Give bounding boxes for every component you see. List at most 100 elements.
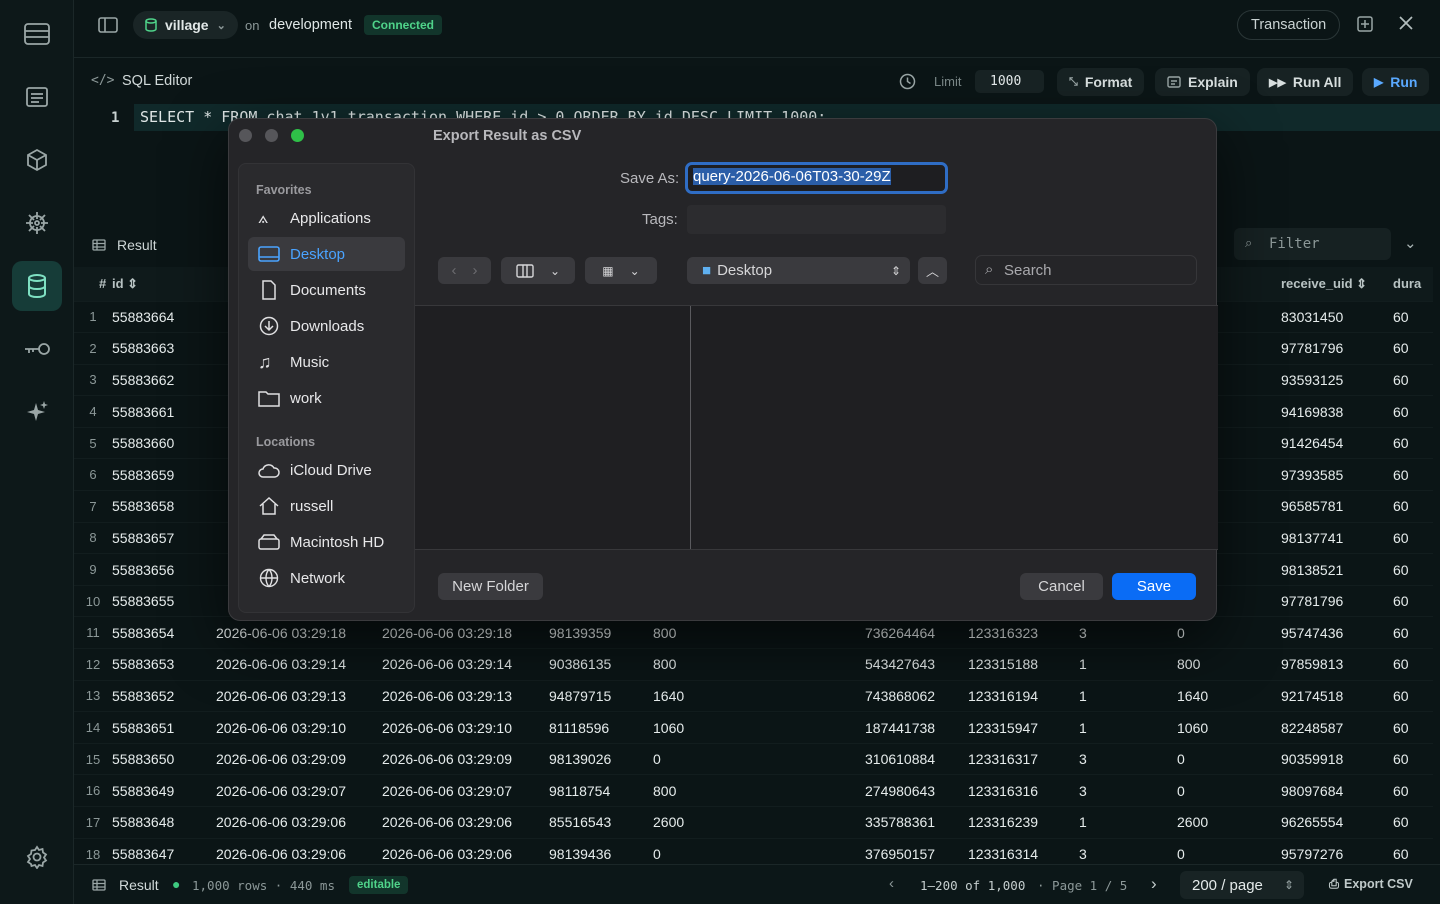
sidebar-item-desktop[interactable]: Desktop: [248, 237, 405, 271]
table-cell[interactable]: 11: [74, 616, 112, 649]
table-cell[interactable]: 123316316: [968, 774, 1079, 807]
table-cell[interactable]: 123316239: [968, 806, 1079, 839]
sparkle-icon[interactable]: [12, 387, 62, 437]
table-cell[interactable]: 55883654: [112, 616, 216, 649]
search-field[interactable]: ⌕ Search: [975, 255, 1197, 285]
save-button[interactable]: Save: [1112, 573, 1196, 600]
table-cell[interactable]: 60: [1393, 426, 1433, 459]
transaction-button[interactable]: Transaction: [1237, 10, 1341, 40]
table-cell[interactable]: 55883661: [112, 395, 216, 428]
table-cell[interactable]: 187441738: [865, 711, 968, 744]
table-cell[interactable]: 2026-06-06 03:29:09: [216, 742, 382, 775]
table-cell[interactable]: 2600: [1177, 806, 1281, 839]
table-cell[interactable]: 60: [1393, 521, 1433, 554]
table-cell[interactable]: 2026-06-06 03:29:07: [382, 774, 549, 807]
table-cell[interactable]: 55883649: [112, 774, 216, 807]
table-cell[interactable]: 94879715: [549, 679, 653, 712]
table-cell[interactable]: 123316323: [968, 616, 1079, 649]
table-cell[interactable]: 12: [74, 648, 112, 681]
table-cell[interactable]: 335788361: [865, 806, 968, 839]
table-cell[interactable]: 97859813: [1281, 648, 1393, 681]
table-cell[interactable]: 60: [1393, 774, 1433, 807]
settings-icon[interactable]: [12, 832, 62, 882]
table-cell[interactable]: 17: [74, 806, 112, 839]
table-cell[interactable]: 55883658: [112, 490, 216, 523]
minimize-traffic-light[interactable]: [265, 129, 278, 142]
table-cell[interactable]: 60: [1393, 490, 1433, 523]
new-folder-button[interactable]: New Folder: [438, 573, 543, 600]
table-cell[interactable]: 543427643: [865, 648, 968, 681]
table-cell[interactable]: 93593125: [1281, 363, 1393, 396]
table-cell[interactable]: 92174518: [1281, 679, 1393, 712]
table-cell[interactable]: 60: [1393, 363, 1433, 396]
grid-view-button[interactable]: ▦ ⌄: [585, 257, 657, 284]
filter-input[interactable]: ⌕ Filter: [1234, 228, 1391, 260]
table-cell[interactable]: 14: [74, 711, 112, 744]
sidebar-item-work[interactable]: work: [248, 381, 405, 415]
table-cell[interactable]: 1640: [653, 679, 865, 712]
view-mode-columns-button[interactable]: ⌄: [501, 257, 575, 284]
table-cell[interactable]: 5: [74, 426, 112, 459]
table-cell[interactable]: 16: [74, 774, 112, 807]
explain-button[interactable]: Explain: [1155, 68, 1250, 96]
table-cell[interactable]: 55883660: [112, 426, 216, 459]
tags-field[interactable]: [687, 205, 946, 234]
database-selector[interactable]: village ⌄: [133, 11, 238, 39]
table-row[interactable]: 12 55883653 2026-06-06 03:29:14 2026-06-06 …: [74, 648, 1433, 681]
table-cell[interactable]: 2600: [653, 806, 865, 839]
connections-icon[interactable]: [12, 9, 62, 59]
table-cell[interactable]: 60: [1393, 711, 1433, 744]
filename-field[interactable]: query-2026-06-06T03-30-29Z: [685, 162, 948, 194]
key-icon[interactable]: [12, 324, 62, 374]
table-cell[interactable]: 55883652: [112, 679, 216, 712]
table-cell[interactable]: 83031450: [1281, 300, 1393, 333]
table-cell[interactable]: 98118754: [549, 774, 653, 807]
table-cell[interactable]: 85516543: [549, 806, 653, 839]
table-cell[interactable]: 60: [1393, 648, 1433, 681]
editor-icon[interactable]: [12, 72, 62, 122]
sidebar-item-downloads[interactable]: Downloads: [248, 309, 405, 343]
next-page-icon[interactable]: ›: [1151, 874, 1157, 894]
table-cell[interactable]: 1: [1079, 711, 1177, 744]
table-row[interactable]: 13 55883652 2026-06-06 03:29:13 2026-06-06 …: [74, 679, 1433, 712]
table-cell[interactable]: 94169838: [1281, 395, 1393, 428]
sidebar-toggle-icon[interactable]: [98, 17, 118, 38]
table-cell[interactable]: 60: [1393, 806, 1433, 839]
table-cell[interactable]: 7: [74, 490, 112, 523]
zoom-traffic-light[interactable]: [291, 129, 304, 142]
close-traffic-light[interactable]: [239, 129, 252, 142]
table-cell[interactable]: 97781796: [1281, 332, 1393, 365]
table-cell[interactable]: 2: [74, 332, 112, 365]
cancel-button[interactable]: Cancel: [1020, 573, 1103, 600]
table-cell[interactable]: 736264464: [865, 616, 968, 649]
export-csv-button[interactable]: ⎙ Export CSV: [1329, 877, 1413, 892]
table-cell[interactable]: 3: [1079, 616, 1177, 649]
table-cell[interactable]: 9: [74, 553, 112, 586]
close-icon[interactable]: [1399, 16, 1413, 35]
table-cell[interactable]: 82248587: [1281, 711, 1393, 744]
column-header[interactable]: id ⇕: [112, 267, 216, 301]
cube-icon[interactable]: [12, 135, 62, 185]
table-cell[interactable]: 98137741: [1281, 521, 1393, 554]
table-cell[interactable]: 800: [1177, 648, 1281, 681]
table-cell[interactable]: 96585781: [1281, 490, 1393, 523]
table-cell[interactable]: 1: [1079, 679, 1177, 712]
prev-page-icon[interactable]: ‹: [889, 875, 894, 892]
table-cell[interactable]: 2026-06-06 03:29:14: [382, 648, 549, 681]
collapse-chevron-icon[interactable]: ⌄: [1404, 234, 1417, 252]
table-cell[interactable]: 55883655: [112, 584, 216, 617]
table-cell[interactable]: 0: [1177, 742, 1281, 775]
table-cell[interactable]: 2026-06-06 03:29:06: [216, 806, 382, 839]
table-row[interactable]: 17 55883648 2026-06-06 03:29:06 2026-06-06 …: [74, 806, 1433, 839]
sidebar-item-home[interactable]: russell: [248, 489, 405, 523]
table-cell[interactable]: 98097684: [1281, 774, 1393, 807]
table-row[interactable]: 11 55883654 2026-06-06 03:29:18 2026-06-06 …: [74, 616, 1433, 649]
database-icon[interactable]: [12, 261, 62, 311]
column-header[interactable]: receive_uid ⇕: [1281, 267, 1393, 301]
table-cell[interactable]: 123315188: [968, 648, 1079, 681]
table-cell[interactable]: 123315947: [968, 711, 1079, 744]
column-header[interactable]: #: [74, 267, 112, 301]
table-cell[interactable]: 91426454: [1281, 426, 1393, 459]
table-cell[interactable]: 800: [653, 648, 865, 681]
table-cell[interactable]: 97781796: [1281, 584, 1393, 617]
